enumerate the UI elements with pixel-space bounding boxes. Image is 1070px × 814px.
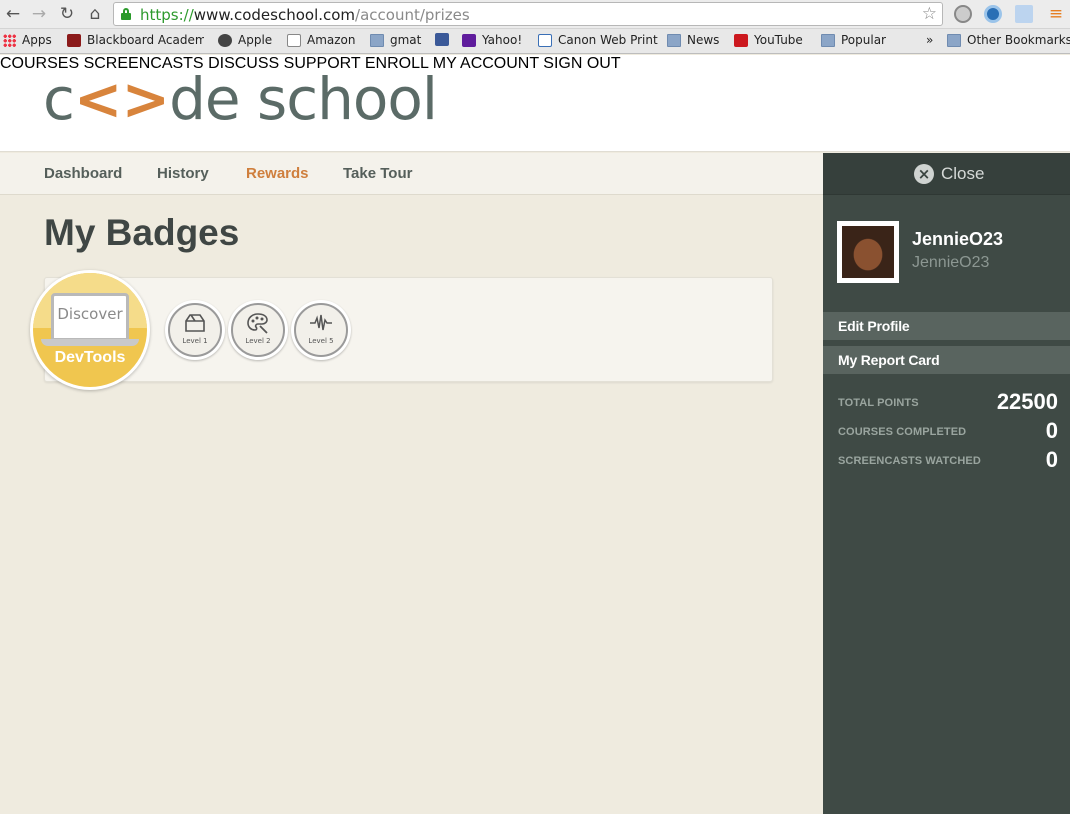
extension-eye-icon[interactable] — [984, 5, 1002, 23]
waveform-icon — [310, 314, 332, 331]
bookmark-other[interactable]: Other Bookmarks — [947, 33, 1070, 47]
badge-top-label: Discover — [57, 305, 123, 323]
edit-profile-link[interactable]: Edit Profile — [823, 312, 1070, 340]
nav-my-account[interactable]: MY ACCOUNT — [433, 55, 539, 72]
folder-icon — [947, 33, 961, 47]
url-text: https://www.codeschool.com/account/prize… — [140, 6, 470, 24]
level-2-badge[interactable]: Level 2 — [228, 300, 288, 360]
bookmark-youtube[interactable]: YouTube — [734, 33, 803, 47]
yahoo-icon — [462, 33, 476, 47]
badge-bottom-label: DevTools — [54, 349, 126, 366]
bookmark-amazon[interactable]: Amazon — [287, 33, 356, 47]
extension-window-icon[interactable] — [1015, 5, 1033, 23]
bookmark-blackboard[interactable]: Blackboard Academi — [67, 33, 204, 47]
blackboard-icon — [67, 33, 81, 47]
close-button[interactable]: × Close — [823, 153, 1070, 195]
tab-rewards[interactable]: Rewards — [246, 165, 309, 182]
code-school-logo[interactable]: c<>de school — [43, 69, 438, 129]
apple-icon — [218, 33, 232, 47]
extension-icon[interactable] — [954, 5, 972, 23]
close-icon: × — [914, 164, 934, 184]
stat-value-courses: 0 — [1045, 418, 1058, 443]
folder-icon — [667, 33, 681, 47]
folder-icon — [370, 33, 384, 47]
apps-grid-icon — [3, 33, 16, 47]
stat-label-total-points: TOTAL POINTS — [838, 397, 919, 409]
forward-arrow-icon[interactable]: → — [29, 4, 49, 24]
inbox-icon — [185, 314, 205, 332]
account-side-panel: × Close JennieO23 JennieO23 Edit Profile… — [823, 153, 1070, 814]
bookmark-popular[interactable]: Popular — [821, 33, 886, 47]
badge-level-label: Level 2 — [245, 337, 271, 345]
account-subnav: Dashboard History Rewards Take Tour — [0, 153, 823, 195]
badge-card — [44, 277, 773, 382]
bookmark-yahoo[interactable]: Yahoo! — [462, 33, 522, 47]
back-arrow-icon[interactable]: ← — [3, 4, 23, 24]
palette-icon — [247, 313, 268, 334]
badge-level-label: Level 5 — [308, 337, 334, 345]
devtools-badge[interactable]: Discover DevTools — [30, 270, 150, 390]
menu-icon[interactable]: ≡ — [1046, 4, 1066, 24]
stat-value-total-points: 22500 — [996, 389, 1058, 414]
close-label: Close — [941, 164, 985, 183]
page-title: My Badges — [44, 212, 240, 253]
bookmark-facebook[interactable] — [435, 33, 455, 46]
facebook-icon — [435, 33, 449, 46]
bookmarks-overflow[interactable]: » — [926, 33, 933, 47]
stat-label-courses: COURSES COMPLETED — [838, 426, 967, 438]
bookmark-star-icon[interactable]: ☆ — [922, 4, 937, 24]
badge-level-label: Level 1 — [182, 337, 208, 345]
stat-value-screencasts: 0 — [1045, 447, 1058, 472]
bookmark-gmat[interactable]: gmat — [370, 33, 421, 47]
address-bar[interactable]: https://www.codeschool.com/account/prize… — [113, 2, 943, 26]
bookmark-apps[interactable]: Apps — [3, 33, 52, 47]
user-handle: JennieO23 — [912, 254, 990, 271]
bookmark-canon[interactable]: Canon Web Print — [538, 33, 658, 47]
level-1-badge[interactable]: Level 1 — [165, 300, 225, 360]
nav-sign-out[interactable]: SIGN OUT — [543, 55, 620, 72]
tab-dashboard[interactable]: Dashboard — [44, 165, 122, 182]
badge-face: Discover DevTools — [33, 273, 147, 387]
stat-label-screencasts: SCREENCASTS WATCHED — [838, 455, 981, 467]
avatar[interactable] — [837, 221, 899, 283]
lock-icon — [121, 8, 131, 20]
reload-icon[interactable]: ↻ — [57, 4, 77, 24]
browser-toolbar: ← → ↻ ⌂ https://www.codeschool.com/accou… — [0, 0, 1070, 29]
home-icon[interactable]: ⌂ — [85, 4, 105, 24]
site-header: c<>de school COURSES SCREENCASTS DISCUSS… — [0, 55, 1070, 152]
amazon-icon — [287, 33, 301, 47]
bookmarks-bar: Apps Blackboard Academi Apple Amazon gma… — [0, 29, 1070, 54]
canon-icon — [538, 33, 552, 47]
username: JennieO23 — [912, 229, 1004, 249]
youtube-icon — [734, 33, 748, 47]
folder-icon — [821, 33, 835, 47]
tab-history[interactable]: History — [157, 165, 209, 182]
bookmark-news[interactable]: News — [667, 33, 719, 47]
report-card-link[interactable]: My Report Card — [823, 346, 1070, 374]
level-5-badge[interactable]: Level 5 — [291, 300, 351, 360]
tab-take-tour[interactable]: Take Tour — [343, 165, 412, 182]
bookmark-apple[interactable]: Apple — [218, 33, 272, 47]
